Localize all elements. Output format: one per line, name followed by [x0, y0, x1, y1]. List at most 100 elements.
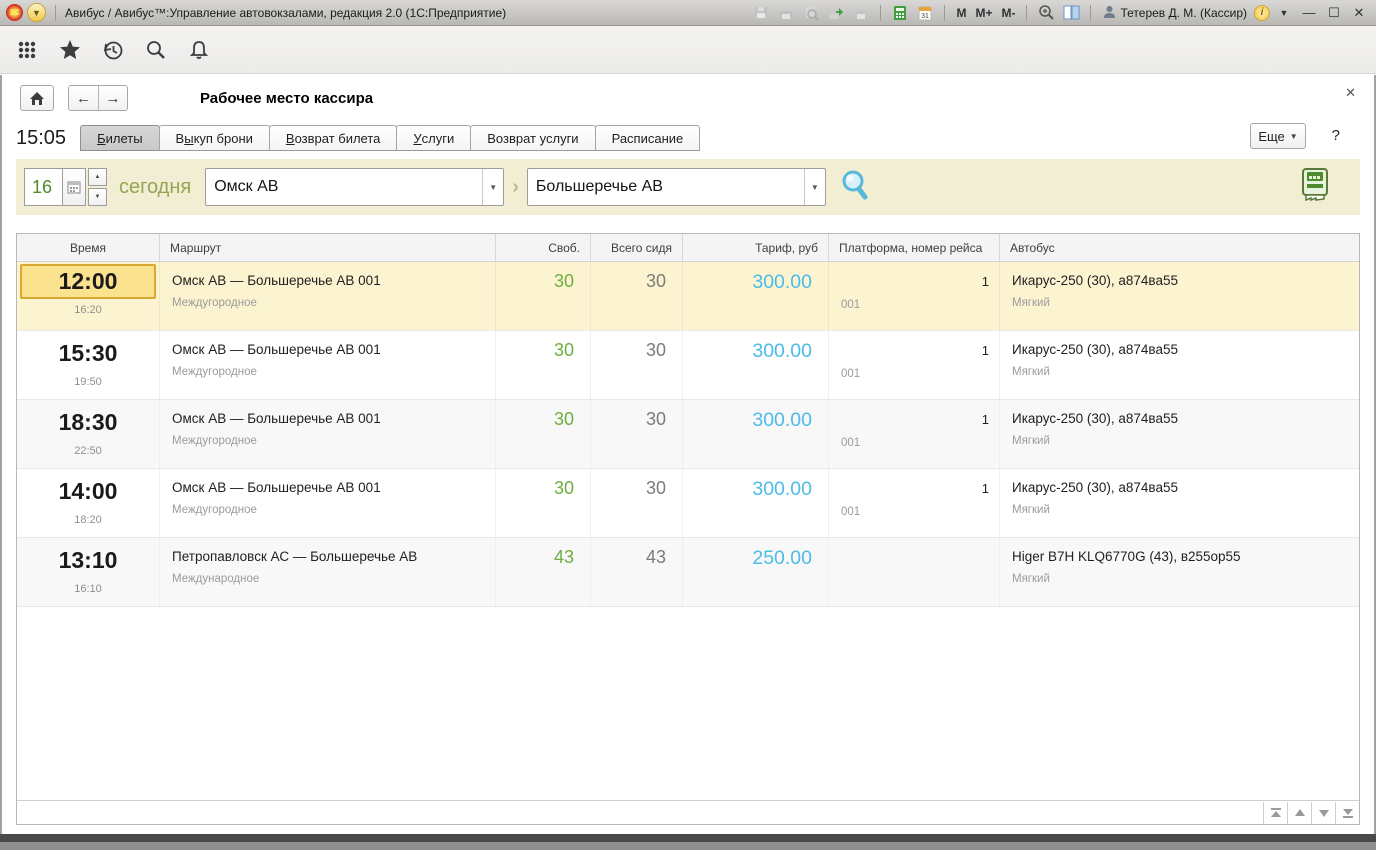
app-grid-menu-icon[interactable]: [14, 37, 40, 63]
divider: [1090, 5, 1091, 21]
memory-subtract-button[interactable]: M-: [998, 6, 1018, 20]
history-icon[interactable]: [100, 37, 126, 63]
fare: 300.00: [683, 262, 829, 330]
scroll-last-button[interactable]: [1335, 802, 1359, 824]
search-trips-button[interactable]: [840, 168, 872, 207]
app-window: 1С ▼ Авибус / Авибус™:Управление автовок…: [0, 0, 1376, 842]
table-row[interactable]: 15:30 19:50 Омск АВ — Большеречье АВ 001…: [17, 331, 1359, 400]
notifications-bell-icon[interactable]: [186, 37, 212, 63]
departure-time[interactable]: 14:00: [17, 476, 159, 506]
1c-logo-icon: 1С: [6, 4, 23, 21]
bus-model: Higer B7H KLQ6770G (43), в255ор55: [1000, 538, 1359, 564]
fiscal-register-icon[interactable]: [1300, 168, 1330, 207]
departure-time[interactable]: 13:10: [17, 545, 159, 575]
calculator-icon[interactable]: [889, 3, 911, 23]
window-title: Авибус / Авибус™:Управление автовокзалам…: [65, 6, 506, 20]
trip-number: 001: [829, 496, 999, 518]
print-preview-icon[interactable]: [800, 3, 822, 23]
table-row[interactable]: 12:00 16:20 Омск АВ — Большеречье АВ 001…: [17, 262, 1359, 331]
fare: 300.00: [683, 331, 829, 399]
tab-label-pre: В: [176, 131, 185, 146]
tab-label-key: Б: [97, 131, 106, 146]
table-row[interactable]: 18:30 22:50 Омск АВ — Большеречье АВ 001…: [17, 400, 1359, 469]
free-seats: 43: [496, 538, 591, 606]
spin-down-button[interactable]: ▼: [88, 188, 107, 206]
tab[interactable]: Расписание: [595, 125, 701, 151]
memory-recall-button[interactable]: M: [953, 6, 969, 20]
save-icon[interactable]: [750, 3, 772, 23]
spin-up-button[interactable]: ▲: [88, 168, 107, 186]
tab[interactable]: Билеты: [80, 125, 159, 151]
route-name: Петропавловск АС — Большеречье АВ: [160, 538, 495, 564]
bus-class: Мягкий: [1000, 288, 1359, 309]
titlebar-dropdown-icon[interactable]: ▼: [1273, 8, 1295, 18]
scroll-down-button[interactable]: [1311, 802, 1335, 824]
info-icon[interactable]: i: [1254, 5, 1270, 21]
station-to-combo[interactable]: Большеречье АВ ▼: [527, 168, 826, 206]
tab[interactable]: Услуги: [396, 125, 471, 151]
tab[interactable]: Выкуп брони: [159, 125, 270, 151]
window-titlebar: 1С ▼ Авибус / Авибус™:Управление автовок…: [0, 0, 1376, 26]
home-button[interactable]: [20, 85, 54, 111]
form-close-icon[interactable]: ✕: [1345, 85, 1356, 101]
table-row[interactable]: 13:10 16:10 Петропавловск АС — Большереч…: [17, 538, 1359, 607]
history-nav-buttons: ← →: [68, 85, 128, 111]
scroll-up-button[interactable]: [1287, 802, 1311, 824]
help-button[interactable]: ?: [1332, 127, 1340, 144]
col-header-fare[interactable]: Тариф, руб: [683, 234, 829, 261]
favorites-star-icon[interactable]: [57, 37, 83, 63]
tab-label-key: У: [413, 131, 421, 146]
main-menu-button[interactable]: ▼: [27, 3, 46, 22]
table-header: Время Маршрут Своб. Всего сидя Тариф, ру…: [17, 234, 1359, 262]
col-header-total[interactable]: Всего сидя: [591, 234, 683, 261]
station-from-combo[interactable]: Омск АВ ▼: [205, 168, 504, 206]
more-button[interactable]: Еще▼: [1250, 123, 1306, 149]
route-name: Омск АВ — Большеречье АВ 001: [160, 469, 495, 495]
total-seats: 43: [591, 538, 683, 606]
date-picker-icon[interactable]: [62, 168, 86, 206]
fare: 300.00: [683, 400, 829, 468]
col-header-route[interactable]: Маршрут: [160, 234, 496, 261]
col-header-free[interactable]: Своб.: [496, 234, 591, 261]
zoom-in-icon[interactable]: [1035, 3, 1057, 23]
minimize-button[interactable]: —: [1298, 5, 1320, 20]
free-seats: 30: [496, 262, 591, 330]
col-header-bus[interactable]: Автобус: [1000, 234, 1359, 261]
tab-label-post: слуги: [422, 131, 455, 146]
search-icon[interactable]: [143, 37, 169, 63]
free-seats: 30: [496, 469, 591, 537]
departure-time[interactable]: 18:30: [17, 407, 159, 437]
forward-button[interactable]: →: [98, 86, 127, 110]
departure-time[interactable]: 15:30: [17, 338, 159, 368]
chevron-down-icon[interactable]: ▼: [482, 169, 503, 205]
tabs: Билеты Выкуп брони Возврат билета Услуги…: [80, 125, 699, 151]
departure-time[interactable]: 12:00: [20, 264, 156, 299]
tab-label-post: илеты: [106, 131, 143, 146]
scroll-first-button[interactable]: [1263, 802, 1287, 824]
print-document-icon[interactable]: [850, 3, 872, 23]
trip-number: 001: [829, 427, 999, 449]
chevron-down-icon[interactable]: ▼: [804, 169, 825, 205]
table-row[interactable]: 14:00 18:20 Омск АВ — Большеречье АВ 001…: [17, 469, 1359, 538]
platform-number: 1: [829, 469, 999, 496]
tab[interactable]: Возврат билета: [269, 125, 398, 151]
col-header-time[interactable]: Время: [17, 234, 160, 261]
tab[interactable]: Возврат услуги: [470, 125, 595, 151]
split-view-icon[interactable]: [1060, 3, 1082, 23]
get-link-icon[interactable]: [825, 3, 847, 23]
current-time: 15:05: [16, 125, 66, 151]
calendar-icon[interactable]: 31: [914, 3, 936, 23]
print-icon[interactable]: [775, 3, 797, 23]
maximize-button[interactable]: ☐: [1323, 5, 1345, 21]
station-to-value: Большеречье АВ: [528, 178, 804, 196]
date-input[interactable]: 16: [24, 168, 62, 206]
memory-add-button[interactable]: M+: [972, 6, 995, 20]
date-field-group: 16 ▲ ▼: [24, 168, 107, 206]
route-type: Междугородное: [160, 357, 495, 378]
back-button[interactable]: ←: [69, 86, 98, 110]
current-user[interactable]: Тетерев Д. М. (Кассир): [1099, 5, 1251, 21]
tab-label-key: ы: [184, 131, 193, 146]
page-title: Рабочее место кассира: [200, 90, 373, 107]
col-header-platform[interactable]: Платформа, номер рейса: [829, 234, 1000, 261]
close-button[interactable]: ✕: [1348, 5, 1370, 21]
